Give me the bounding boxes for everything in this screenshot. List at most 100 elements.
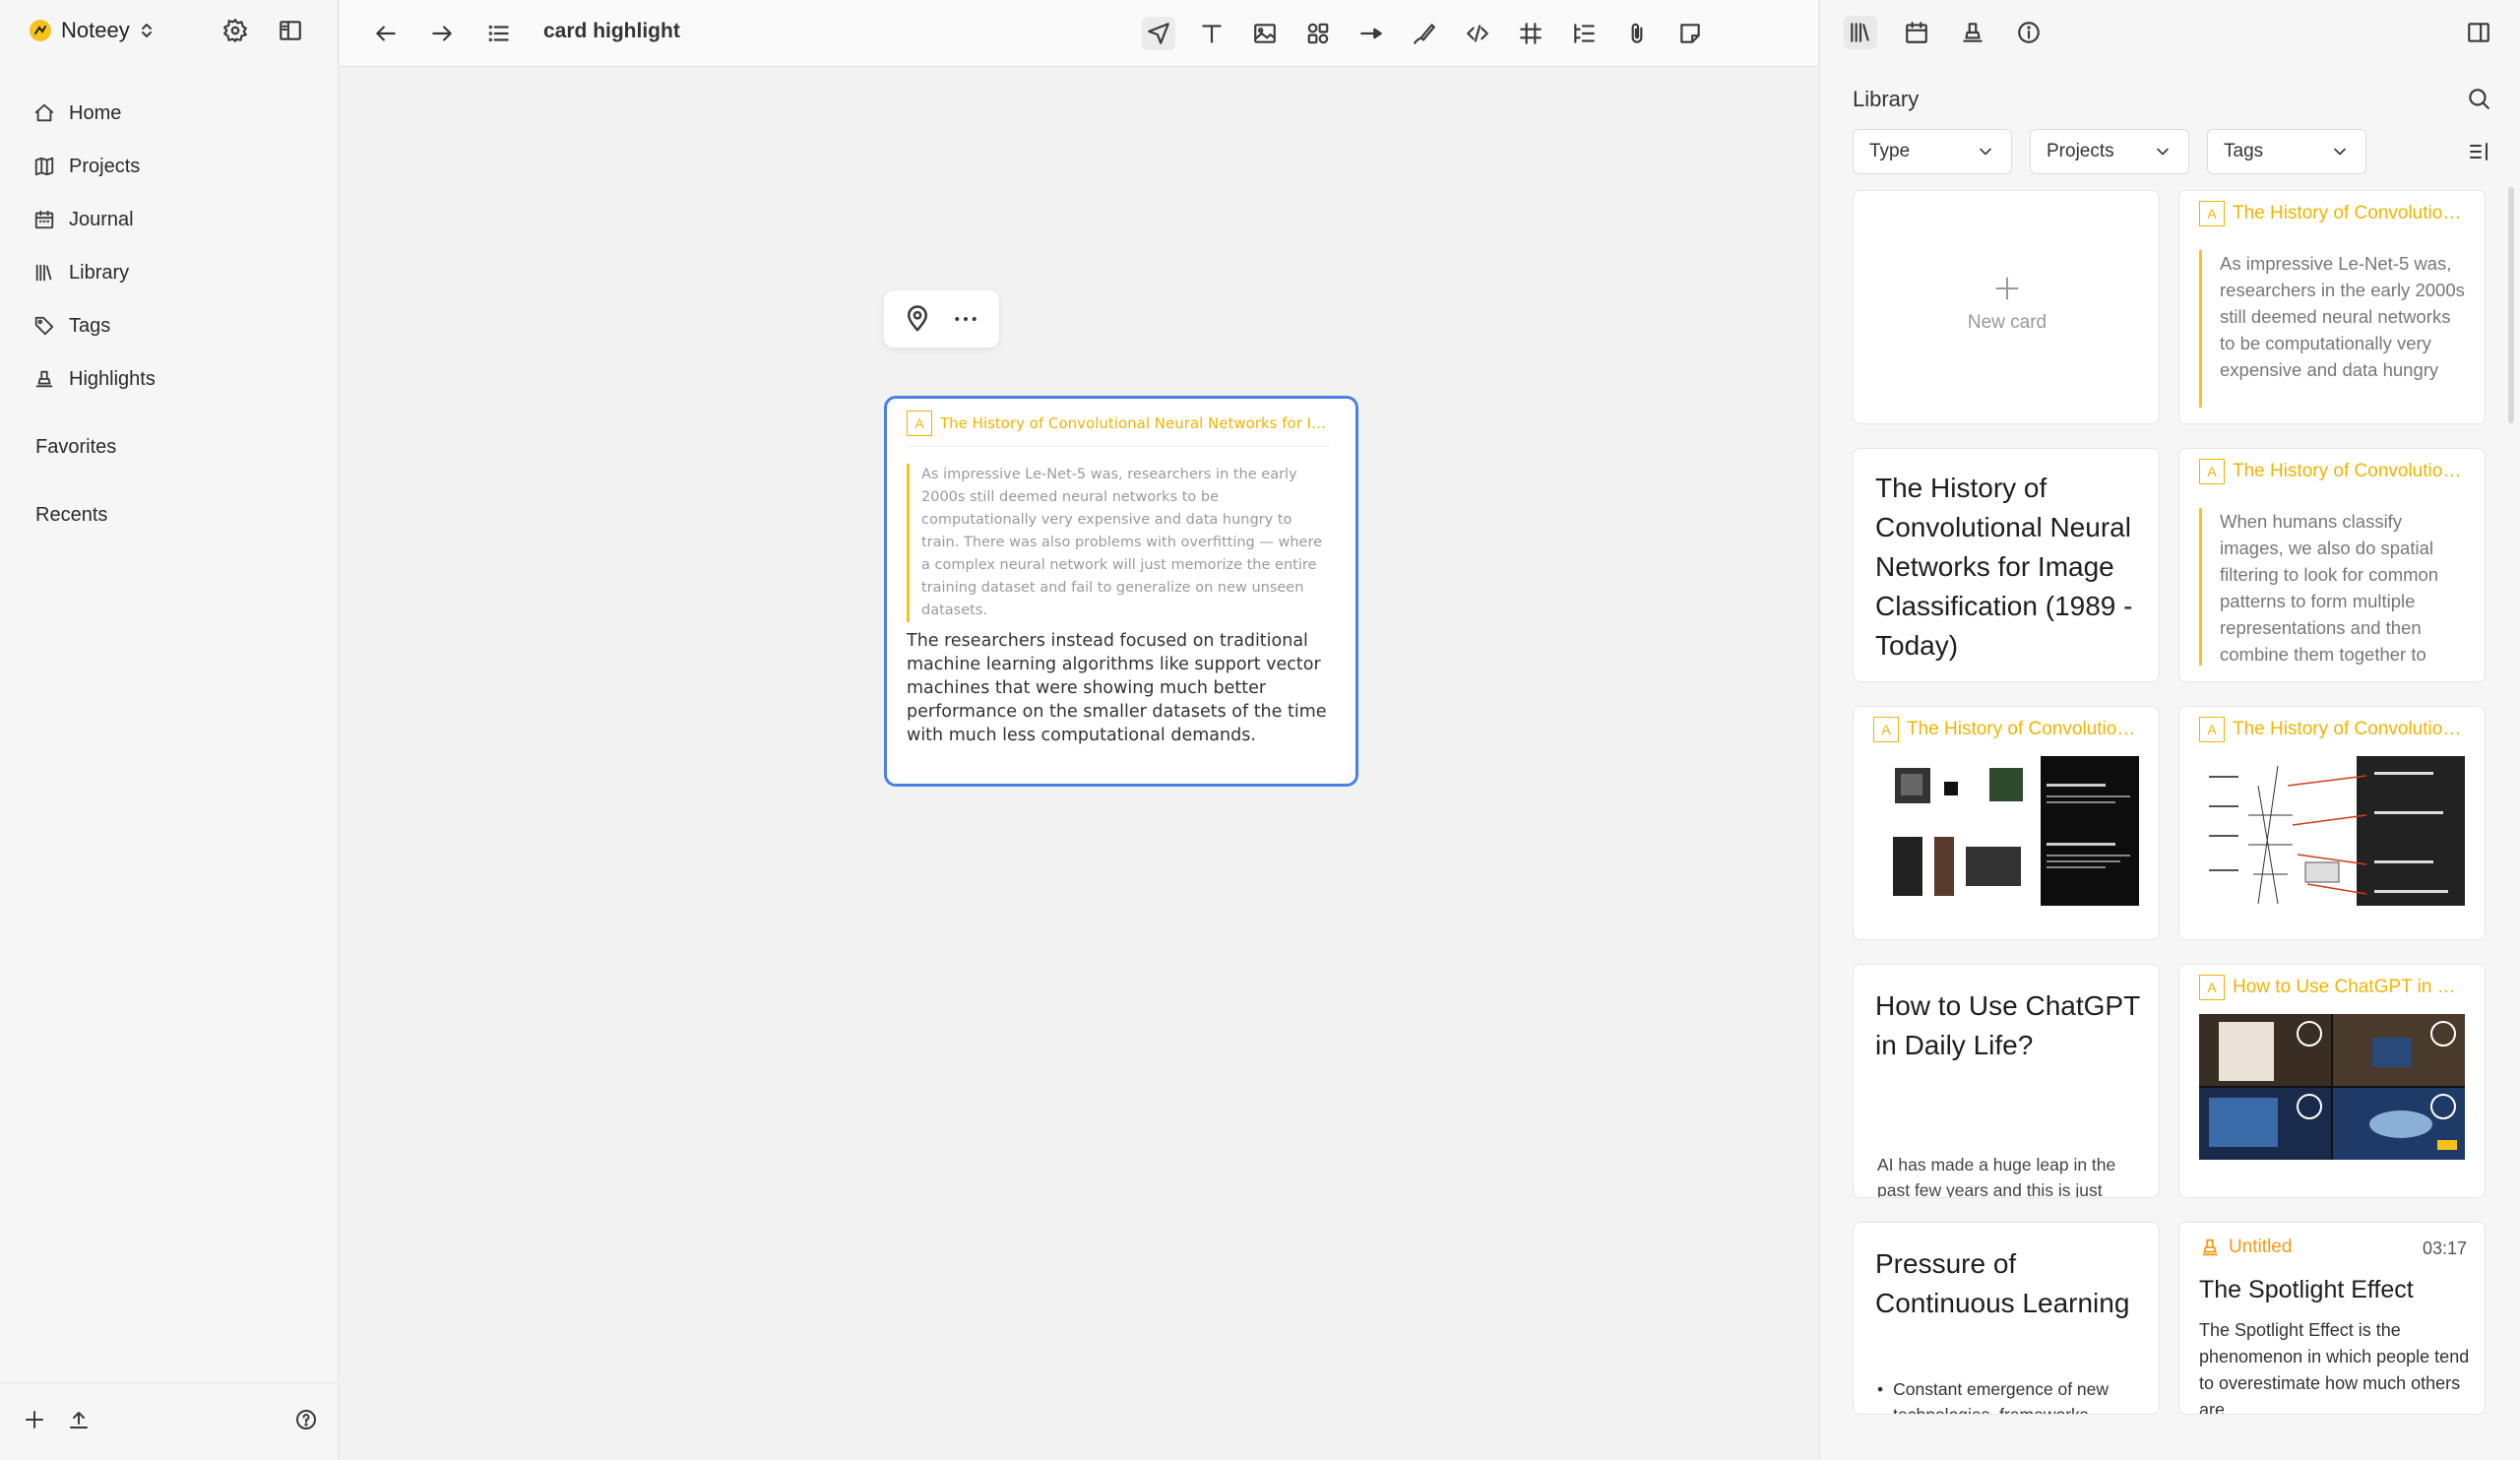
card-source-link[interactable]: A How to Use ChatGPT in Daily Life?	[2199, 975, 2467, 1000]
info-icon[interactable]	[2012, 16, 2046, 49]
chevron-down-icon	[1980, 148, 1991, 156]
highlighter-icon	[2202, 1238, 2218, 1256]
right-panel: Library Type Projects Tags New card A Th…	[1819, 0, 2520, 1460]
sidebar-item-home[interactable]: Home	[33, 87, 319, 140]
workspace-switcher[interactable]: Noteey	[30, 16, 154, 45]
chevron-down-icon	[2157, 148, 2169, 156]
library-card[interactable]: A The History of Convolutional Neural Ne…	[2178, 190, 2486, 424]
sticky-note-tool-icon[interactable]	[1673, 17, 1707, 50]
sidebar-item-tags[interactable]: Tags	[33, 299, 319, 352]
library-card[interactable]: A How to Use ChatGPT in Daily Life?	[2178, 964, 2486, 1198]
calendar-panel-icon[interactable]	[1900, 16, 1933, 49]
card-source-link[interactable]: A The History of Convolutional Neural Ne…	[2199, 717, 2467, 742]
upload-icon[interactable]	[64, 1405, 94, 1434]
whiteboard-canvas[interactable]: A The History of Convolutional Neural Ne…	[340, 68, 1818, 1460]
article-icon: A	[2199, 201, 2225, 226]
card-source-link[interactable]: A The History of Convolutional Neural Ne…	[2199, 459, 2467, 484]
document-title[interactable]: card highlight	[543, 20, 680, 43]
chevron-updown-icon	[141, 24, 152, 37]
forward-arrow-icon[interactable]	[425, 17, 459, 50]
library-title: Library	[1853, 87, 1920, 111]
frame-tool-icon[interactable]	[1514, 17, 1547, 50]
library-card[interactable]: A The History of Convolutional Neural Ne…	[2178, 706, 2486, 940]
text-tool-icon[interactable]	[1195, 17, 1228, 50]
highlight-card-selected[interactable]: A The History of Convolutional Neural Ne…	[884, 396, 1358, 787]
card-source-link[interactable]: Untitled	[2199, 1237, 2292, 1258]
card-body-text: AI has made a huge leap in the past few …	[1877, 1155, 2116, 1198]
card-title: How to Use ChatGPT in Daily Life?	[1875, 990, 2140, 1060]
settings-gear-icon[interactable]	[220, 16, 250, 45]
article-icon: A	[2199, 459, 2225, 484]
toggle-right-panel-icon[interactable]	[2462, 16, 2495, 49]
library-card[interactable]: The History of Convolutional Neural Netw…	[1853, 448, 2160, 682]
library-card[interactable]: Untitled 03:17 The Spotlight Effect The …	[2178, 1222, 2486, 1415]
library-card[interactable]: How to Use ChatGPT in Daily Life? AI has…	[1853, 964, 2160, 1198]
sidebar-item-highlights[interactable]: Highlights	[33, 352, 319, 406]
sort-icon[interactable]	[2462, 135, 2495, 168]
sidebar-item-label: Highlights	[69, 367, 156, 390]
pen-tool-icon[interactable]	[1408, 17, 1441, 50]
shapes-tool-icon[interactable]	[1301, 17, 1335, 50]
card-source-title: The History of Convolutional Neural Netw…	[2233, 461, 2467, 481]
help-icon[interactable]	[291, 1405, 321, 1434]
sidebar-item-journal[interactable]: Journal	[33, 193, 319, 246]
card-source-title: The History of Convolutional Neural Netw…	[1907, 719, 2141, 739]
toggle-sidebar-icon[interactable]	[276, 16, 305, 45]
library-card[interactable]: A The History of Convolutional Neural Ne…	[2178, 448, 2486, 682]
code-tool-icon[interactable]	[1461, 17, 1494, 50]
card-source-title: How to Use ChatGPT in Daily Life?	[2233, 977, 2467, 997]
workspace-name: Noteey	[61, 18, 130, 42]
tag-icon	[34, 316, 54, 336]
sidebar-item-label: Home	[69, 101, 122, 124]
location-pin-icon[interactable]	[903, 304, 932, 334]
card-floating-toolbar	[884, 290, 999, 348]
article-icon: A	[1873, 717, 1899, 742]
card-highlight-quote: As impressive Le-Net-5 was, researchers …	[907, 464, 1330, 622]
slide-image-spatial-filtering	[1873, 756, 2139, 906]
attachment-tool-icon[interactable]	[1620, 17, 1654, 50]
sidebar-item-label: Library	[69, 261, 130, 284]
card-timestamp: 03:17	[2422, 1238, 2467, 1258]
card-source-link[interactable]: A The History of Convolutional Neural Ne…	[1873, 717, 2141, 742]
card-highlight-quote: When humans classify images, we also do …	[2199, 508, 2467, 666]
add-icon[interactable]	[20, 1405, 49, 1434]
image-tool-icon[interactable]	[1248, 17, 1282, 50]
card-source-title: The History of Convolutional Neural Netw…	[940, 414, 1330, 432]
library-card[interactable]: Pressure of Continuous Learning • Consta…	[1853, 1222, 2160, 1415]
new-card-label: New card	[1967, 312, 2048, 333]
sidebar-item-library[interactable]: Library	[33, 246, 319, 299]
projects-filter-dropdown[interactable]: Projects	[2030, 129, 2189, 174]
home-icon	[34, 103, 54, 122]
sidebar-item-label: Tags	[69, 314, 111, 337]
card-note-text[interactable]: The researchers instead focused on tradi…	[907, 629, 1340, 747]
slide-image-lenet-diagram	[2199, 756, 2465, 906]
article-icon: A	[2199, 975, 2225, 1000]
card-source-title: The History of Convolutional Neural Netw…	[2233, 203, 2467, 223]
library-scrollbar[interactable]	[2508, 187, 2514, 423]
recents-section[interactable]: Recents	[35, 504, 107, 527]
library-panel-icon[interactable]	[1844, 16, 1877, 49]
back-arrow-icon[interactable]	[369, 17, 403, 50]
chevron-down-icon	[2334, 148, 2346, 156]
highlighter-icon	[35, 370, 53, 388]
noteey-logo-icon	[30, 20, 51, 41]
favorites-section[interactable]: Favorites	[35, 436, 116, 459]
type-filter-dropdown[interactable]: Type	[1853, 129, 2012, 174]
outline-list-icon[interactable]	[482, 17, 516, 50]
select-tool-icon[interactable]	[1142, 17, 1175, 50]
search-icon[interactable]	[2462, 82, 2495, 115]
outline-tool-icon[interactable]	[1567, 17, 1601, 50]
highlighter-panel-icon[interactable]	[1956, 16, 1989, 49]
sidebar-item-label: Journal	[69, 208, 134, 230]
card-bullet-text: Constant emergence of new technologies, …	[1893, 1379, 2110, 1415]
more-options-icon[interactable]	[951, 304, 980, 334]
filter-label: Tags	[2224, 141, 2264, 161]
card-source-link[interactable]: A The History of Convolutional Neural Ne…	[907, 411, 1330, 447]
library-card[interactable]: A The History of Convolutional Neural Ne…	[1853, 706, 2160, 940]
tags-filter-dropdown[interactable]: Tags	[2207, 129, 2366, 174]
sidebar-item-label: Projects	[69, 155, 141, 177]
card-source-link[interactable]: A The History of Convolutional Neural Ne…	[2199, 201, 2467, 226]
arrow-tool-icon[interactable]	[1354, 17, 1388, 50]
sidebar-item-projects[interactable]: Projects	[33, 140, 319, 193]
new-card-button[interactable]: New card	[1853, 190, 2160, 424]
